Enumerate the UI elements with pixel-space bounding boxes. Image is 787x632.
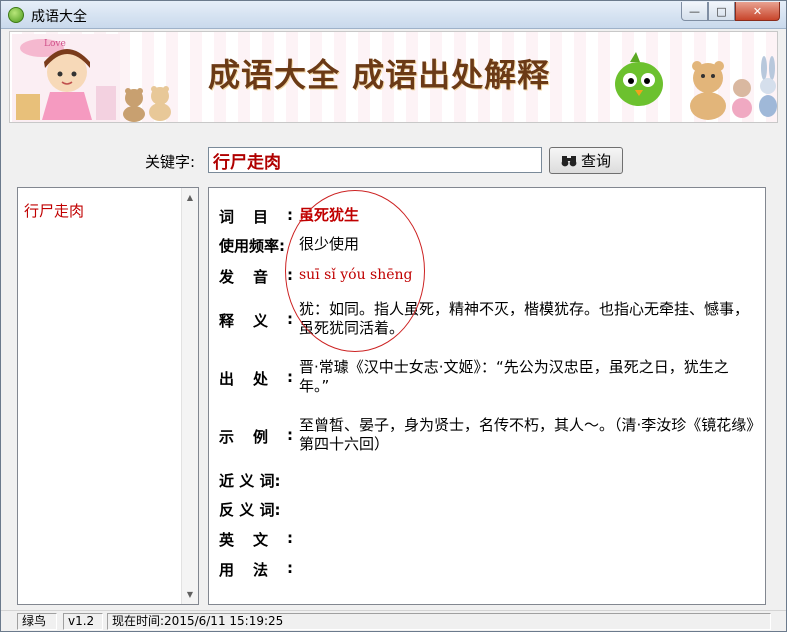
list-scrollbar[interactable]: ▲ ▼ xyxy=(181,188,198,604)
green-bird-mascot xyxy=(615,52,663,106)
close-icon: ✕ xyxy=(752,4,763,18)
meaning-value: 犹：如同。指人虽死，精神不灭，楷模犹存。也指心无牵挂、憾事，虽死犹同活着。 xyxy=(299,300,750,337)
english-label: 英文: xyxy=(219,529,293,549)
pronunciation-value: suī sǐ yóu shēng xyxy=(299,267,413,283)
green-bird-icon xyxy=(8,7,24,23)
entry-value: 虽死犹生 xyxy=(299,206,360,224)
maximize-button[interactable]: □ xyxy=(708,2,735,21)
status-app-name: 绿鸟 xyxy=(17,613,57,630)
minimize-icon: — xyxy=(689,4,700,18)
frequency-value: 很少使用 xyxy=(299,235,360,253)
source-label: 出处: xyxy=(219,368,293,388)
status-version: v1.2 xyxy=(63,613,103,630)
app-window: 成语大全 — □ ✕ Love 成语大全 成语出处解释 关键字: 行尸走肉 查询… xyxy=(0,0,787,632)
minimize-button[interactable]: — xyxy=(681,2,708,21)
binoculars-icon xyxy=(561,155,577,166)
keyword-label: 关键字: xyxy=(145,153,196,171)
cartoon-girl-illustration: Love xyxy=(12,34,120,122)
frequency-label: 使用频率: xyxy=(219,237,285,255)
status-time: 现在时间:2015/6/11 15:19:25 xyxy=(107,613,771,630)
source-value: 晋·常璩《汉中士女志·文姬》：“先公为汉忠臣，虽死之日，犹生之年。” xyxy=(299,358,729,395)
bear-and-bunny-illustration xyxy=(690,56,777,120)
idiom-detail-panel: 词目: 虽死犹生 使用频率: 很少使用 发音: suī sǐ yóu shēng… xyxy=(208,187,766,605)
keyword-input[interactable] xyxy=(208,147,542,173)
maximize-icon: □ xyxy=(716,4,727,18)
example-value: 至曾皙、晏子，身为贤士，名传不朽，其人～。（清·李汝珍《镜花缘》第四十六回） xyxy=(299,416,754,453)
window-controls: — □ ✕ xyxy=(681,2,780,21)
usage-label: 用法: xyxy=(219,559,293,579)
idiom-list[interactable]: 行尸走肉 ▲ ▼ xyxy=(17,187,199,605)
synonym-label: 近 义 词: xyxy=(219,472,281,490)
title-bar[interactable]: 成语大全 — □ ✕ xyxy=(1,1,786,29)
header-banner: Love 成语大全 成语出处解释 xyxy=(9,31,778,123)
search-button[interactable]: 查询 xyxy=(549,147,623,174)
search-button-label: 查询 xyxy=(580,152,611,170)
antonym-label: 反 义 词: xyxy=(219,501,281,519)
window-title: 成语大全 xyxy=(31,9,87,25)
status-bar: 绿鸟 v1.2 现在时间:2015/6/11 15:19:25 xyxy=(1,610,786,631)
list-item[interactable]: 行尸走肉 xyxy=(24,200,84,221)
scroll-up-icon[interactable]: ▲ xyxy=(182,189,198,206)
scroll-down-icon[interactable]: ▼ xyxy=(182,586,198,603)
example-label: 示例: xyxy=(219,426,293,446)
pronunciation-label: 发音: xyxy=(219,266,293,286)
love-text: Love xyxy=(44,39,66,49)
close-button[interactable]: ✕ xyxy=(735,2,780,21)
banner-title: 成语大全 成语出处解释 xyxy=(208,56,551,94)
meaning-label: 释义: xyxy=(219,310,293,330)
entry-label: 词目: xyxy=(219,206,293,226)
teddy-bears-illustration xyxy=(123,86,171,122)
